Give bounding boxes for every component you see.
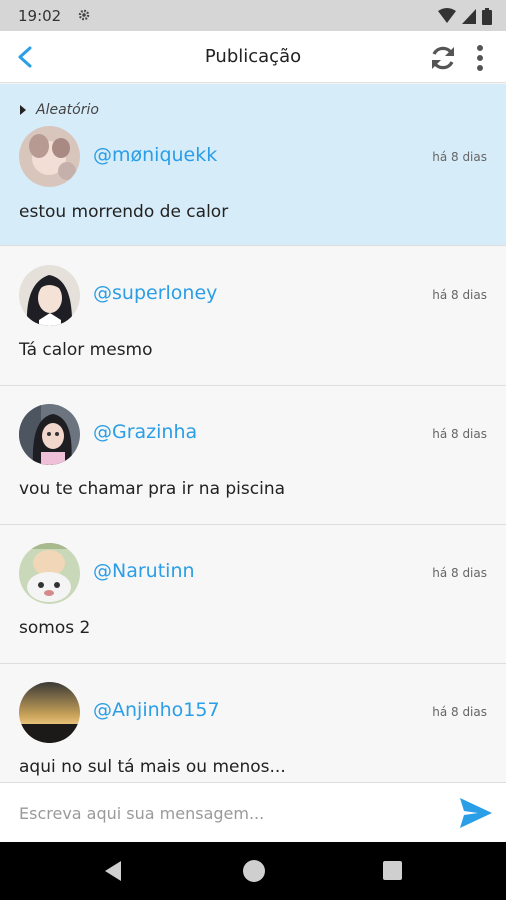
comment-time: há 8 dias (432, 427, 487, 441)
app-bar: Publicação (0, 31, 506, 83)
post-category[interactable]: Aleatório (20, 102, 99, 118)
original-post[interactable]: Aleatório @møniquekk há 8 dias estou mor… (0, 84, 506, 246)
post-feed[interactable]: Aleatório @møniquekk há 8 dias estou mor… (0, 84, 506, 782)
settings-gear-icon (78, 9, 90, 21)
comment-message: aqui no sul tá mais ou menos... (19, 757, 286, 777)
message-composer (0, 782, 506, 842)
nav-home-icon[interactable] (243, 860, 265, 882)
comment-time: há 8 dias (432, 288, 487, 302)
nav-recents-icon[interactable] (383, 861, 402, 880)
avatar[interactable] (19, 404, 80, 465)
avatar[interactable] (19, 543, 80, 604)
comment-item[interactable]: @Anjinho157 há 8 dias aqui no sul tá mai… (0, 664, 506, 782)
comment-time: há 8 dias (432, 705, 487, 719)
signal-icon (462, 8, 476, 24)
post-time: há 8 dias (432, 150, 487, 164)
avatar[interactable] (19, 126, 80, 187)
comment-username[interactable]: @Anjinho157 (93, 699, 220, 721)
comment-message: Tá calor mesmo (19, 340, 153, 360)
refresh-icon[interactable] (428, 43, 458, 73)
avatar[interactable] (19, 682, 80, 743)
message-input[interactable] (19, 800, 429, 826)
status-time: 19:02 (18, 7, 62, 25)
comment-item[interactable]: @Grazinha há 8 dias vou te chamar pra ir… (0, 386, 506, 525)
comment-username[interactable]: @Narutinn (93, 560, 195, 582)
post-message: estou morrendo de calor (19, 202, 229, 222)
comment-message: somos 2 (19, 618, 91, 638)
more-options-icon[interactable] (470, 43, 490, 73)
wifi-icon (438, 8, 456, 23)
avatar[interactable] (19, 265, 80, 326)
post-username[interactable]: @møniquekk (93, 144, 217, 166)
status-icons (438, 7, 492, 25)
comment-username[interactable]: @superloney (93, 282, 217, 304)
nav-back-icon[interactable] (103, 860, 123, 882)
comment-message: vou te chamar pra ir na piscina (19, 479, 286, 499)
send-icon[interactable] (458, 796, 494, 830)
comment-item[interactable]: @superloney há 8 dias Tá calor mesmo (0, 247, 506, 386)
category-triangle-icon (20, 105, 26, 115)
status-bar: 19:02 (0, 0, 506, 31)
system-nav-bar (0, 842, 506, 900)
comment-item[interactable]: @Narutinn há 8 dias somos 2 (0, 525, 506, 664)
comment-time: há 8 dias (432, 566, 487, 580)
battery-icon (482, 7, 492, 25)
comment-username[interactable]: @Grazinha (93, 421, 197, 443)
category-label: Aleatório (36, 102, 99, 118)
